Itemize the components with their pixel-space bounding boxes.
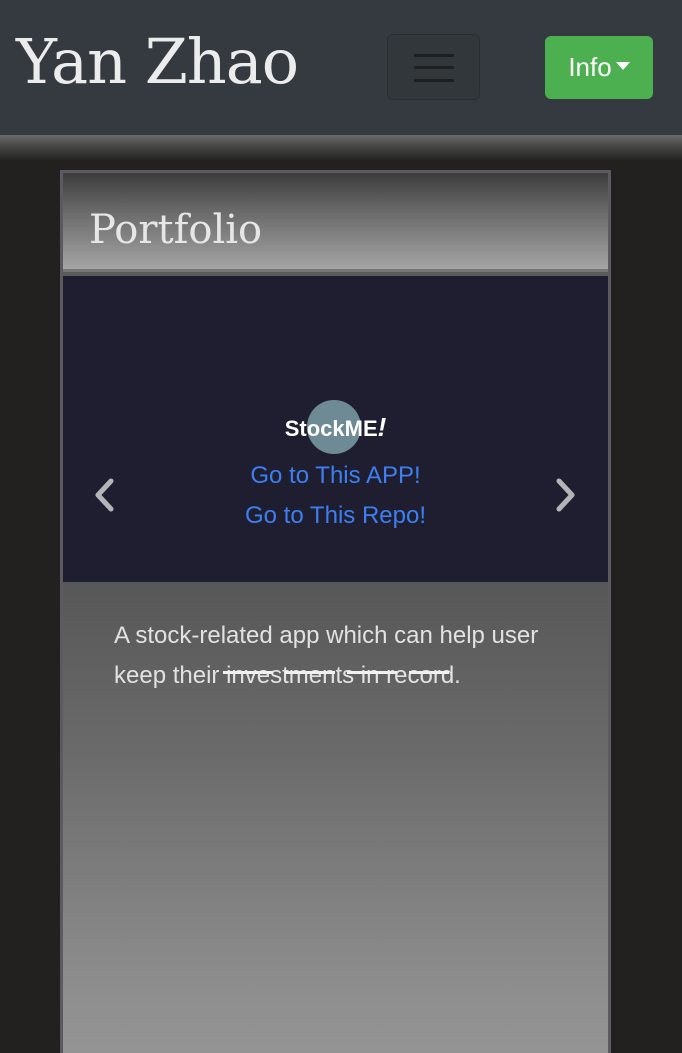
stockme-logo: StockME!	[63, 400, 608, 454]
portfolio-header: Portfolio	[63, 173, 608, 272]
description-area: A stock-related app which can help user …	[63, 582, 608, 1053]
strike-decoration	[223, 671, 449, 674]
navbar-shadow	[0, 135, 682, 161]
chevron-right-icon[interactable]	[555, 477, 577, 513]
app-link[interactable]: Go to This APP!	[63, 462, 608, 490]
portfolio-card: Portfolio StockME! Go to This APP! Go to…	[60, 170, 611, 1053]
navbar: Yan Zhao Info	[0, 0, 682, 135]
logo-mark: !	[377, 412, 387, 442]
info-dropdown-button[interactable]: Info	[545, 36, 653, 99]
portfolio-carousel: StockME! Go to This APP! Go to This Repo…	[63, 276, 608, 582]
caret-down-icon	[615, 61, 630, 70]
brand-title[interactable]: Yan Zhao	[16, 22, 299, 102]
portfolio-title: Portfolio	[89, 207, 263, 253]
info-label: Info	[568, 52, 612, 82]
logo-text: StockME	[284, 416, 378, 441]
project-description: A stock-related app which can help user …	[114, 622, 539, 689]
chevron-left-icon[interactable]	[93, 477, 115, 513]
navbar-toggler-button[interactable]	[387, 34, 480, 100]
repo-link[interactable]: Go to This Repo!	[63, 502, 608, 530]
